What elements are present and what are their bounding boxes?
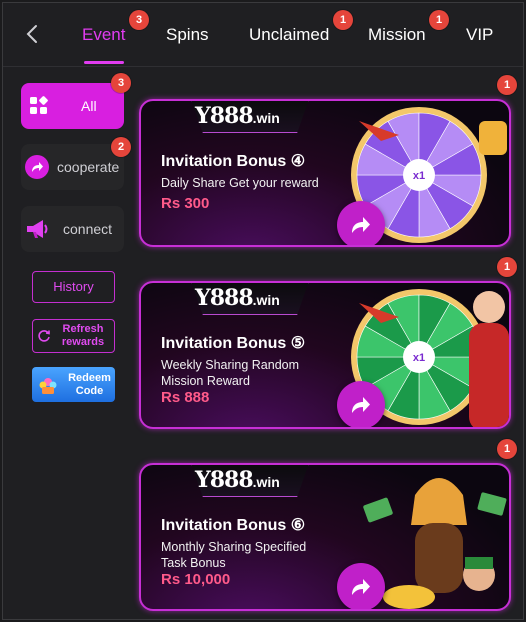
card-amount: Rs 300 [161, 195, 210, 212]
card-amount: Rs 10,000 [161, 571, 231, 588]
sidebar-item-label: connect [63, 221, 113, 237]
share-arrow-icon [352, 579, 370, 595]
brand-logo: Y888.win [195, 285, 280, 311]
tab-unclaimed-badge: 1 [333, 10, 353, 30]
grid-icon [30, 96, 48, 114]
tab-mission-badge: 1 [429, 10, 449, 30]
card-subtitle: Monthly Sharing Specified Task Bonus [161, 540, 307, 570]
card-badge: 1 [497, 75, 517, 95]
refresh-rewards-button[interactable]: Refresh rewards [32, 319, 115, 353]
event-panel: Event 3 Spins Unclaimed 1 Mission 1 VIP … [2, 2, 524, 620]
sidebar-item-all[interactable]: All [21, 83, 124, 129]
card-subtitle: Daily Share Get your reward [161, 176, 319, 190]
share-icon [25, 155, 49, 179]
redeem-code-button[interactable]: Redeem Code [32, 367, 115, 402]
card-badge: 1 [497, 439, 517, 459]
refresh-icon [38, 330, 50, 342]
share-button[interactable] [337, 201, 385, 245]
redeem-label: Redeem Code [68, 372, 111, 397]
top-tab-bar: Event 3 Spins Unclaimed 1 Mission 1 VIP [3, 3, 523, 67]
brand-logo: Y888.win [195, 103, 280, 129]
megaphone-icon [27, 220, 48, 238]
share-arrow-icon [352, 217, 370, 233]
share-button[interactable] [337, 381, 385, 427]
tab-unclaimed[interactable]: Unclaimed [249, 25, 329, 45]
card-amount: Rs 888 [161, 389, 210, 406]
sidebar-item-connect[interactable]: connect [21, 206, 124, 252]
card-title: Invitation Bonus ⑤ [161, 335, 306, 352]
card-subtitle: Weekly Sharing Random Mission Reward [161, 358, 300, 388]
sidebar-item-cooperate[interactable]: cooperate [21, 144, 124, 190]
card-title: Invitation Bonus ④ [161, 153, 306, 170]
history-button[interactable]: History [32, 271, 115, 303]
share-button[interactable] [337, 563, 385, 609]
svg-text:x1: x1 [413, 352, 425, 364]
chevron-left-icon [26, 25, 37, 43]
share-arrow-icon [352, 397, 370, 413]
gift-flower-icon [39, 378, 57, 394]
card-title: Invitation Bonus ⑥ [161, 517, 306, 534]
event-card[interactable]: x1 Y888.win Invitation Bonus ④ Daily Sha… [139, 99, 511, 247]
active-tab-indicator [84, 61, 124, 64]
event-card[interactable]: x1 Y888.win Invitation Bonus ⑤ Weekly Sh… [139, 281, 511, 429]
svg-text:x1: x1 [413, 170, 425, 182]
back-button[interactable] [19, 21, 45, 47]
tab-spins[interactable]: Spins [166, 25, 209, 45]
tab-event-badge: 3 [129, 10, 149, 30]
sidebar-item-label: All [81, 98, 97, 114]
tab-event[interactable]: Event [82, 25, 125, 45]
tab-vip[interactable]: VIP [466, 25, 493, 45]
refresh-label: Refresh rewards [61, 323, 105, 348]
sidebar-cooperate-badge: 2 [111, 137, 131, 157]
tab-mission[interactable]: Mission [368, 25, 426, 45]
event-card[interactable]: Y888.win Invitation Bonus ⑥ Monthly Shar… [139, 463, 511, 611]
card-badge: 1 [497, 257, 517, 277]
brand-logo: Y888.win [195, 467, 280, 493]
sidebar-item-label: cooperate [57, 159, 120, 175]
sidebar-all-badge: 3 [111, 73, 131, 93]
